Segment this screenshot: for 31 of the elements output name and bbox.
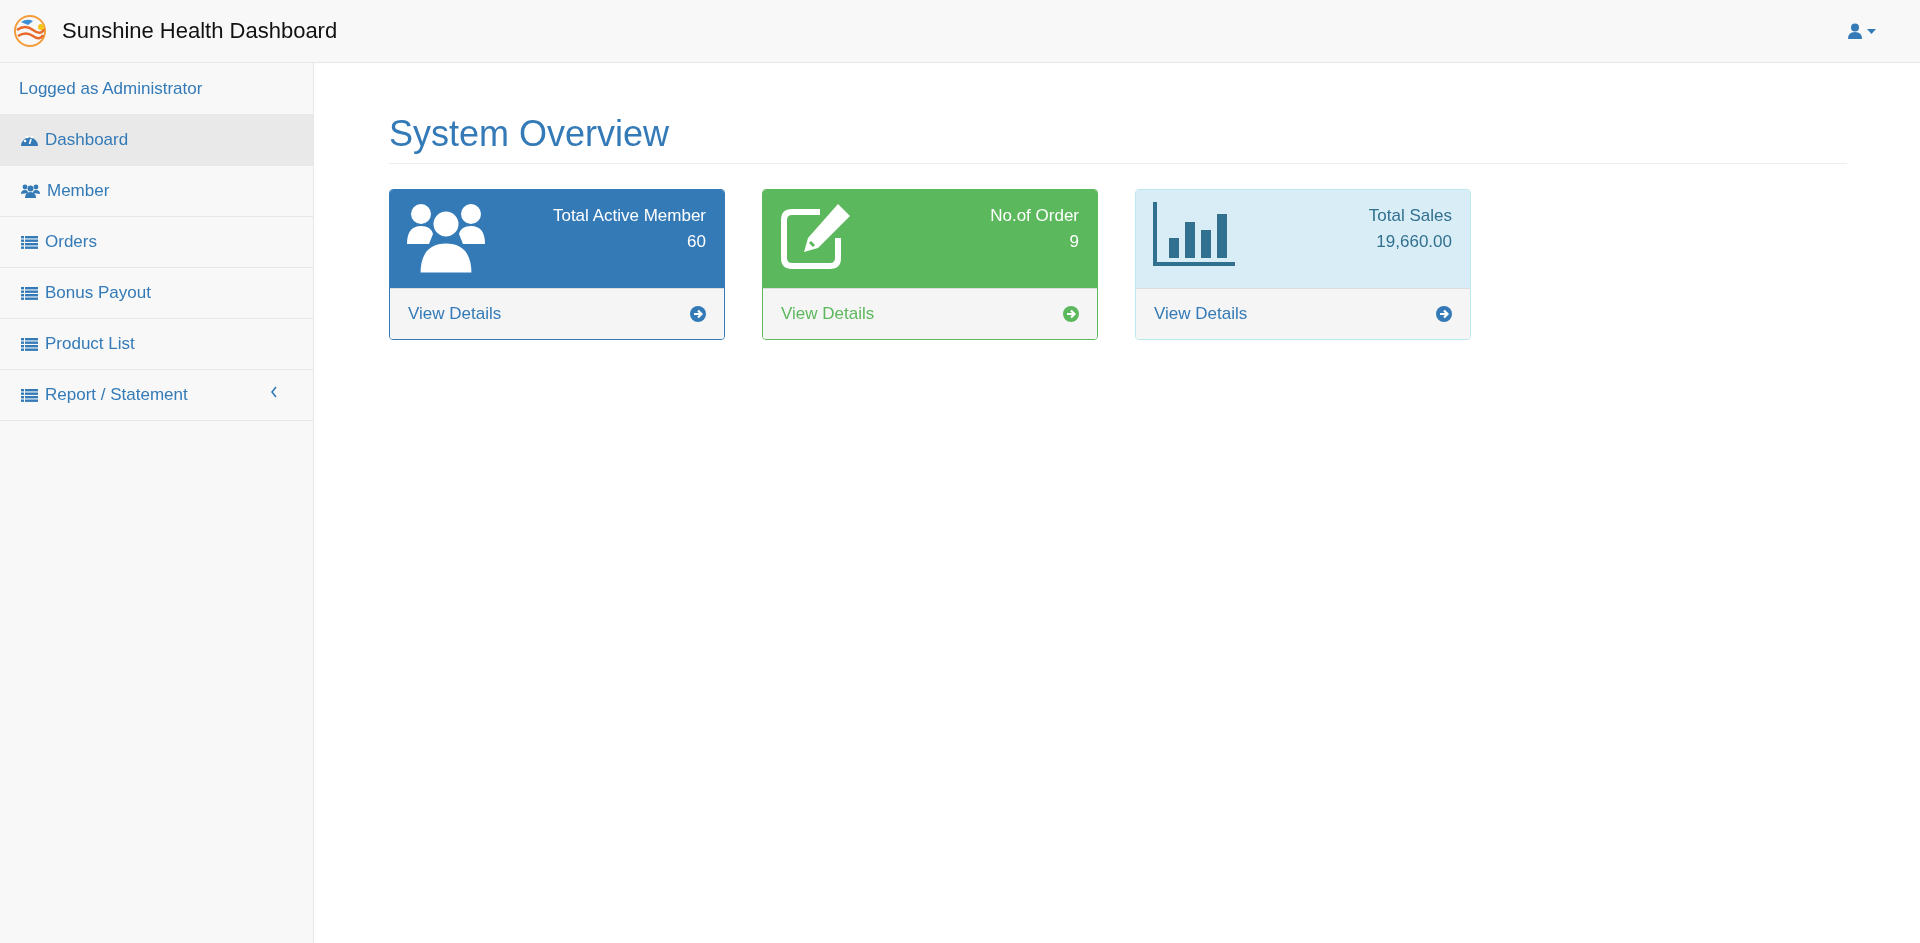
list-icon xyxy=(21,286,38,300)
view-details-link[interactable]: View Details xyxy=(763,288,1097,339)
sun-logo-icon xyxy=(13,14,47,48)
panel-title: No.of Order xyxy=(990,206,1079,226)
edit-icon xyxy=(780,202,852,270)
panel-title: Total Active Member xyxy=(552,206,706,226)
page-heading: System Overview xyxy=(389,113,1847,164)
arrow-circle-right-icon xyxy=(1436,306,1452,322)
sidebar-item[interactable]: Dashboard xyxy=(0,115,313,166)
panel-title: Total Sales xyxy=(1368,206,1452,226)
users-icon xyxy=(21,184,40,198)
users-icon xyxy=(407,202,485,274)
dashboard-gauge-icon xyxy=(21,133,38,147)
sidebar-item[interactable]: Report / Statement xyxy=(0,370,313,421)
sidebar-item[interactable]: Member xyxy=(0,166,313,217)
panel-value: 60 xyxy=(686,232,706,252)
bar-chart-icon xyxy=(1153,202,1235,266)
list-icon xyxy=(21,235,38,249)
arrow-circle-right-icon xyxy=(690,306,706,322)
view-details-link[interactable]: View Details xyxy=(390,288,724,339)
list-icon xyxy=(21,337,38,351)
panel-value: 19,660.00 xyxy=(1375,232,1452,252)
list-icon xyxy=(21,388,38,402)
sidebar-item[interactable]: Product List xyxy=(0,319,313,370)
arrow-circle-right-icon xyxy=(1063,306,1079,322)
user-icon xyxy=(1848,23,1878,39)
sidebar-item[interactable]: Bonus Payout xyxy=(0,268,313,319)
app-title: Sunshine Health Dashboard xyxy=(62,18,338,44)
sidebar-item[interactable]: Orders xyxy=(0,217,313,268)
panel-value: 9 xyxy=(1068,232,1079,252)
view-details-link[interactable]: View Details xyxy=(1136,288,1470,339)
